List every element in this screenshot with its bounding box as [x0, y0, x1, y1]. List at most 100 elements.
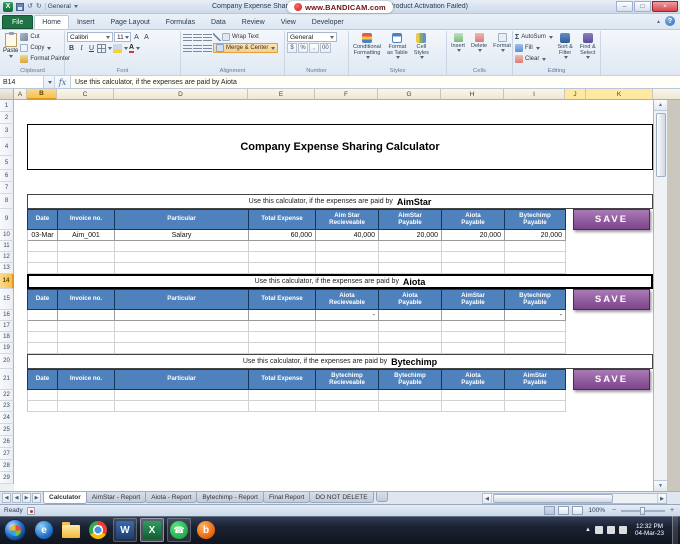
font-name-select[interactable]: Calibri	[67, 32, 113, 42]
row-header-18[interactable]: 18	[0, 332, 14, 343]
bandicam-taskbar-button[interactable]: b	[194, 518, 218, 542]
column-header-B[interactable]: B	[27, 89, 57, 100]
row-header-22[interactable]: 22	[0, 390, 14, 401]
sheet-tab[interactable]: DO NOT DELETE	[309, 492, 374, 503]
row-header-9[interactable]: 9	[0, 209, 14, 230]
cell[interactable]	[316, 401, 379, 411]
cell[interactable]	[442, 343, 505, 353]
cell[interactable]	[379, 263, 442, 273]
cell[interactable]	[505, 252, 566, 262]
cell[interactable]: Aim_001	[58, 230, 115, 240]
cell[interactable]	[505, 343, 566, 353]
align-center-icon[interactable]	[193, 44, 202, 52]
section-intro-bytechimp[interactable]: Use this calculator, if the expenses are…	[27, 354, 653, 369]
paste-button[interactable]: Paste	[3, 32, 18, 67]
delete-cells-button[interactable]: Delete	[469, 32, 489, 67]
cell[interactable]	[28, 332, 58, 342]
table-column-header[interactable]: Bytechimp Payable	[505, 290, 566, 310]
row-header-24[interactable]: 24	[0, 412, 14, 424]
row-header-10[interactable]: 10	[0, 230, 14, 241]
row-header-13[interactable]: 13	[0, 263, 14, 274]
cell[interactable]	[115, 263, 249, 273]
table-column-header[interactable]: Bytechimp Payable	[379, 370, 442, 390]
table-column-header[interactable]: Total Expense	[249, 210, 316, 230]
copy-button[interactable]: Copy	[20, 43, 70, 53]
zoom-in-icon[interactable]: +	[668, 507, 676, 514]
cell[interactable]	[28, 252, 58, 262]
decimal-icon[interactable]: 00	[320, 43, 331, 53]
row-header-12[interactable]: 12	[0, 252, 14, 263]
comma-icon[interactable]: ,	[309, 43, 319, 53]
table-column-header[interactable]: Bytechimp Payable	[505, 210, 566, 230]
font-size-select[interactable]: 11	[114, 32, 131, 42]
cell[interactable]	[316, 343, 379, 353]
row-header-15[interactable]: 15	[0, 289, 14, 310]
ribbon-tab[interactable]: View	[273, 15, 304, 29]
table-column-header[interactable]: Invoice no.	[58, 370, 115, 390]
find-select-button[interactable]: Find & Select	[577, 32, 598, 67]
vertical-scroll-thumb[interactable]	[655, 113, 666, 177]
ribbon-tab[interactable]: Home	[34, 15, 69, 29]
cell[interactable]	[379, 401, 442, 411]
table-column-header[interactable]: Invoice no.	[58, 210, 115, 230]
cell[interactable]	[58, 390, 115, 400]
clear-button[interactable]: Clear	[515, 54, 553, 64]
align-middle-icon[interactable]	[193, 33, 202, 41]
table-column-header[interactable]: Date	[28, 370, 58, 390]
row-header-5[interactable]: 5	[0, 156, 14, 170]
cell[interactable]	[28, 263, 58, 273]
cell[interactable]	[115, 401, 249, 411]
cell-styles-button[interactable]: Cell Styles	[412, 32, 431, 67]
empty-rows-6-7[interactable]	[14, 170, 653, 194]
cell[interactable]: 03-Mar	[28, 230, 58, 240]
ribbon-tab[interactable]: Formulas	[158, 15, 203, 29]
table-column-header[interactable]: Total Expense	[249, 370, 316, 390]
orientation-icon[interactable]	[213, 33, 221, 41]
scroll-right-icon[interactable]: ▶	[657, 494, 666, 503]
cell[interactable]	[379, 252, 442, 262]
cell[interactable]	[58, 401, 115, 411]
column-header-F[interactable]: F	[315, 89, 378, 100]
column-header-G[interactable]: G	[378, 89, 441, 100]
scroll-down-icon[interactable]: ▼	[654, 480, 667, 491]
conditional-formatting-button[interactable]: Conditional Formatting	[351, 32, 383, 67]
cell[interactable]	[115, 252, 249, 262]
cell[interactable]	[58, 321, 115, 331]
cell[interactable]	[442, 263, 505, 273]
zoom-level[interactable]: 100%	[588, 507, 605, 514]
redo-icon[interactable]: ↻	[36, 2, 42, 12]
help-icon[interactable]: ?	[665, 16, 675, 26]
cell[interactable]	[505, 332, 566, 342]
vertical-scrollbar[interactable]: ▲ ▼	[653, 100, 667, 491]
sheet-tab[interactable]: AimStar - Report	[85, 492, 147, 503]
borders-icon[interactable]	[97, 43, 106, 53]
formula-input[interactable]: Use this calculator, if the expenses are…	[71, 76, 680, 88]
row-header-14[interactable]: 14	[0, 274, 14, 289]
cell[interactable]: 20,000	[379, 230, 442, 240]
page-break-view-icon[interactable]	[572, 506, 584, 515]
cell[interactable]	[58, 343, 115, 353]
taskbar-clock[interactable]: 12:32 PM 04-Mar-23	[631, 523, 668, 537]
sheet-tab[interactable]: Bytechimp - Report	[196, 492, 264, 503]
cell[interactable]	[249, 343, 316, 353]
column-header-E[interactable]: E	[248, 89, 315, 100]
cell[interactable]	[316, 321, 379, 331]
name-box-dropdown[interactable]	[44, 76, 55, 88]
sheet-title[interactable]: Company Expense Sharing Calculator	[27, 124, 653, 170]
table-column-header[interactable]: Aiota Recieveable	[316, 290, 379, 310]
normal-view-icon[interactable]	[544, 506, 556, 515]
column-header-D[interactable]: D	[114, 89, 248, 100]
cell[interactable]	[505, 401, 566, 411]
cell[interactable]	[28, 401, 58, 411]
align-right-icon[interactable]	[203, 44, 212, 52]
word-taskbar-button[interactable]: W	[113, 518, 137, 542]
column-header-A[interactable]: A	[14, 89, 27, 100]
insert-cells-button[interactable]: Insert	[449, 32, 467, 67]
cell[interactable]	[115, 332, 249, 342]
table-column-header[interactable]: Total Expense	[249, 290, 316, 310]
column-header-J[interactable]: J	[565, 89, 586, 100]
row-header-16[interactable]: 16	[0, 310, 14, 321]
cell[interactable]	[379, 310, 442, 320]
cell[interactable]	[442, 332, 505, 342]
page-layout-view-icon[interactable]	[558, 506, 570, 515]
